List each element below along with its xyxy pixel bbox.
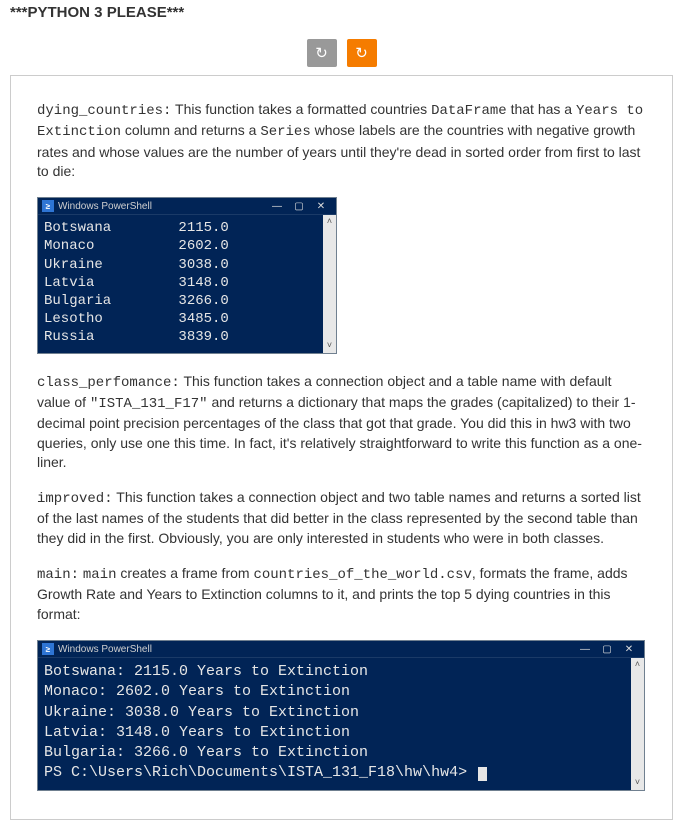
document-body: dying_countries: This function takes a f… — [10, 75, 673, 820]
scroll-track[interactable] — [631, 672, 644, 776]
fn-name: main: — [37, 567, 79, 583]
close-button[interactable]: ✕ — [618, 644, 640, 655]
close-button[interactable]: ✕ — [310, 201, 332, 212]
powershell-icon: ≥ — [42, 200, 54, 212]
scroll-down-icon[interactable]: ˅ — [323, 339, 336, 353]
header-title: ***PYTHON 3 PLEASE*** — [10, 4, 184, 21]
class-performance-desc: class_perfomance: This function takes a … — [37, 372, 646, 473]
refresh-icon: ↻ — [355, 44, 368, 62]
ps2-output: Botswana: 2115.0 Years to Extinction Mon… — [38, 658, 631, 790]
maximize-button[interactable]: ▢ — [288, 201, 310, 212]
fn-name: improved: — [37, 491, 113, 507]
cursor — [478, 767, 487, 781]
scroll-up-icon[interactable]: ˄ — [323, 215, 336, 229]
scroll-down-icon[interactable]: ˅ — [631, 776, 644, 790]
reload-icon: ↻ — [315, 44, 328, 62]
toolbar: ↻ ↻ — [0, 21, 683, 75]
dying-countries-desc: dying_countries: This function takes a f… — [37, 100, 646, 181]
ps1-window-buttons: — ▢ ✕ — [266, 201, 332, 212]
refresh-button[interactable]: ↻ — [347, 39, 377, 67]
page-header: ***PYTHON 3 PLEASE*** — [0, 0, 683, 21]
scroll-track[interactable] — [323, 229, 336, 338]
scroll-up-icon[interactable]: ˄ — [631, 658, 644, 672]
maximize-button[interactable]: ▢ — [596, 644, 618, 655]
main-desc: main: main creates a frame from countrie… — [37, 564, 646, 624]
ps2-window-buttons: — ▢ ✕ — [574, 644, 640, 655]
reload-button[interactable]: ↻ — [307, 39, 337, 67]
ps1-titlebar: ≥ Windows PowerShell — ▢ ✕ — [38, 198, 336, 215]
ps2-titlebar: ≥ Windows PowerShell — ▢ ✕ — [38, 641, 644, 658]
fn-name: dying_countries: — [37, 103, 171, 119]
ps2-scrollbar[interactable]: ˄ ˅ — [631, 658, 644, 790]
ps1-output: Botswana 2115.0 Monaco 2602.0 Ukraine 30… — [38, 215, 323, 352]
improved-desc: improved: This function takes a connecti… — [37, 488, 646, 548]
powershell-window-1: ≥ Windows PowerShell — ▢ ✕ Botswana 2115… — [37, 197, 337, 353]
minimize-button[interactable]: — — [266, 201, 288, 212]
powershell-icon: ≥ — [42, 643, 54, 655]
ps2-title: Windows PowerShell — [58, 644, 574, 655]
fn-name: class_perfomance: — [37, 375, 180, 391]
minimize-button[interactable]: — — [574, 644, 596, 655]
ps1-title: Windows PowerShell — [58, 201, 266, 212]
ps1-scrollbar[interactable]: ˄ ˅ — [323, 215, 336, 352]
powershell-window-2: ≥ Windows PowerShell — ▢ ✕ Botswana: 211… — [37, 640, 645, 791]
